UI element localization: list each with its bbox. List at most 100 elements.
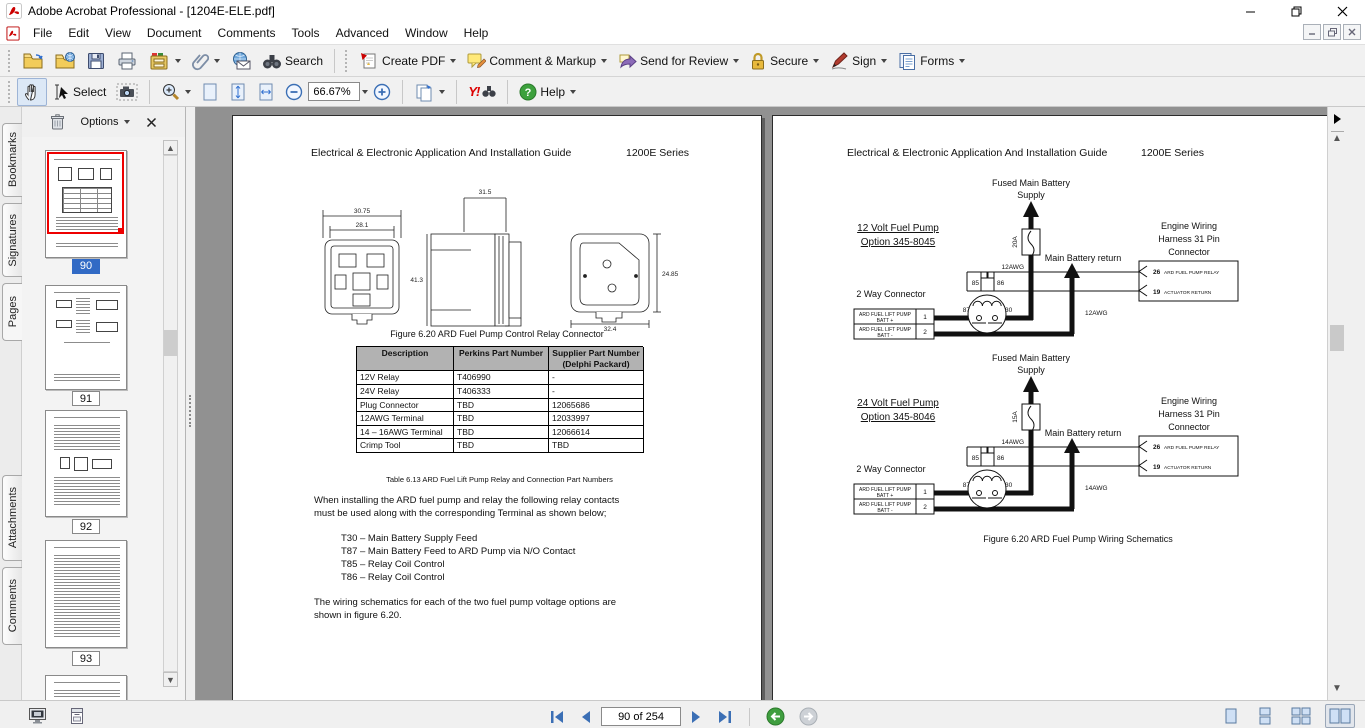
close-button[interactable] (1319, 0, 1365, 22)
zoom-in-tool-button[interactable] (156, 78, 196, 105)
zoom-out-button[interactable] (280, 79, 308, 105)
menu-window[interactable]: Window (397, 23, 456, 43)
menu-document[interactable]: Document (139, 23, 210, 43)
next-view-button[interactable] (795, 704, 822, 728)
actual-size-button[interactable] (196, 78, 224, 106)
menu-edit[interactable]: Edit (60, 23, 97, 43)
close-panel-icon[interactable] (146, 117, 157, 128)
facing-button[interactable] (1325, 704, 1355, 728)
thumbnails-scrollbar-thumb[interactable] (164, 330, 177, 356)
forms-button[interactable]: Forms (892, 47, 970, 75)
print-button[interactable] (111, 47, 143, 75)
last-page-button[interactable] (713, 707, 737, 727)
tab-bookmarks[interactable]: Bookmarks (2, 123, 22, 197)
organizer-button[interactable] (143, 47, 186, 75)
panel-collapse-button[interactable] (1331, 112, 1344, 132)
scroll-up-button[interactable]: ▲ (1332, 133, 1342, 144)
email-button[interactable] (225, 47, 257, 75)
snapshot-tool-button[interactable] (111, 79, 143, 105)
thumbnail-page-92[interactable] (45, 410, 127, 517)
pdf-page-91[interactable]: Electrical & Electronic Application And … (772, 115, 1342, 700)
search-button[interactable]: Search (257, 48, 328, 74)
minimize-button[interactable] (1227, 0, 1273, 22)
open-button[interactable] (17, 47, 49, 75)
trash-icon[interactable] (50, 114, 65, 130)
page-display-button[interactable] (409, 78, 450, 106)
attach-button[interactable] (186, 47, 225, 75)
toolbar-grip[interactable] (8, 81, 13, 103)
page-number-93[interactable]: 93 (72, 651, 100, 666)
options-menu-button[interactable]: Options (77, 114, 135, 130)
continuous-facing-button[interactable] (1287, 704, 1315, 728)
thumbnail-page-94-partial[interactable] (45, 675, 127, 700)
continuous-icon (1257, 707, 1273, 725)
toolbar-grip[interactable] (345, 50, 350, 72)
page-number-90[interactable]: 90 (72, 259, 100, 274)
page-number-input[interactable] (601, 707, 681, 726)
tab-pages[interactable]: Pages (2, 283, 23, 341)
previous-view-button[interactable] (762, 704, 789, 728)
svg-text:BATT -: BATT - (877, 508, 893, 514)
connector-figure: 30.75 28.1 31.5 41.3 24.85 32.4 (233, 176, 763, 331)
splitter-grip[interactable] (189, 395, 192, 427)
scrollbar-thumb[interactable] (1330, 325, 1344, 351)
secure-button[interactable]: Secure (744, 47, 824, 75)
email-icon (230, 51, 252, 71)
next-page-button[interactable] (687, 707, 707, 727)
file-toolbar: Search Create PDF Comment & Markup Send … (0, 44, 1365, 77)
save-button[interactable] (81, 47, 111, 75)
hand-tool-button[interactable] (17, 78, 47, 106)
help-button[interactable]: ?Help (514, 79, 581, 105)
thumbnail-page-93[interactable] (45, 540, 127, 648)
scroll-down-button[interactable]: ▼ (1332, 683, 1342, 694)
menu-comments[interactable]: Comments (210, 23, 284, 43)
page-view-mode-button[interactable] (65, 704, 89, 728)
continuous-facing-icon (1291, 707, 1311, 725)
menu-tools[interactable]: Tools (284, 23, 328, 43)
zoom-in-button[interactable] (368, 79, 396, 105)
select-tool-button[interactable]: Select (47, 79, 111, 105)
doc-minimize-button[interactable] (1303, 24, 1321, 40)
fit-page-button[interactable] (224, 78, 252, 106)
open-web-button[interactable] (49, 47, 81, 75)
menu-help[interactable]: Help (456, 23, 497, 43)
continuous-button[interactable] (1253, 704, 1277, 728)
sign-button[interactable]: Sign (824, 47, 892, 75)
panel-splitter[interactable] (186, 107, 196, 700)
thumbnails-scrollbar-track[interactable] (163, 155, 178, 672)
tab-attachments[interactable]: Attachments (2, 475, 22, 561)
pdf-page-90[interactable]: Electrical & Electronic Application And … (232, 115, 762, 700)
yahoo-search-button[interactable]: Y! (463, 80, 501, 103)
comment-markup-button[interactable]: Comment & Markup (461, 47, 612, 75)
tab-signatures[interactable]: Signatures (2, 203, 22, 277)
open-folder-icon (22, 51, 44, 71)
thumbnails-scroll-down-button[interactable]: ▼ (163, 672, 178, 687)
menu-file[interactable]: File (25, 23, 60, 43)
zoom-level-input[interactable] (308, 82, 360, 101)
first-page-button[interactable] (545, 707, 569, 727)
menu-view[interactable]: View (97, 23, 139, 43)
document-scrollbar[interactable]: ▲ ▼ (1327, 107, 1346, 700)
previous-page-button[interactable] (575, 707, 595, 727)
single-page-button[interactable] (1219, 704, 1243, 728)
send-for-review-button[interactable]: Send for Review (612, 47, 744, 75)
menu-advanced[interactable]: Advanced (328, 23, 397, 43)
single-page-icon (1223, 707, 1239, 725)
doc-close-button[interactable] (1343, 24, 1361, 40)
page-viewport-indicator[interactable] (47, 152, 124, 234)
page-layout-controls (1219, 704, 1355, 728)
toolbar-grip[interactable] (8, 50, 13, 72)
doc-restore-button[interactable] (1323, 24, 1341, 40)
tab-comments[interactable]: Comments (2, 567, 22, 645)
thumbnail-page-91[interactable] (45, 285, 127, 390)
thumbnail-page-90[interactable] (45, 150, 127, 258)
plus-circle-icon (373, 83, 391, 101)
page-number-92[interactable]: 92 (72, 519, 100, 534)
restore-button[interactable] (1273, 0, 1319, 22)
svg-text:BATT +: BATT + (877, 493, 894, 499)
page-number-91[interactable]: 91 (72, 391, 100, 406)
fit-width-button[interactable] (252, 78, 280, 106)
fullscreen-mode-button[interactable] (24, 704, 51, 728)
thumbnails-scroll-up-button[interactable]: ▲ (163, 140, 178, 155)
create-pdf-button[interactable]: Create PDF (354, 47, 461, 75)
